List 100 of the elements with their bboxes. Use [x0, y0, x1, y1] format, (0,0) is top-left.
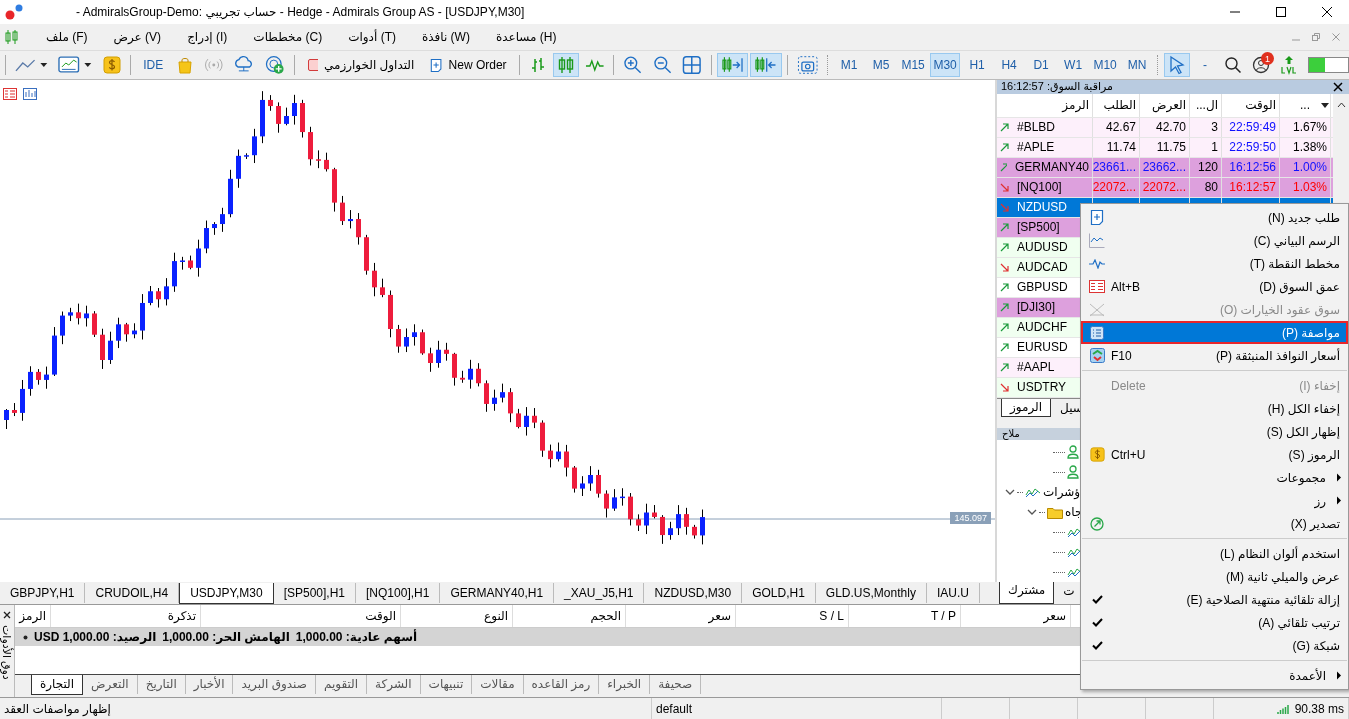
crosshair-button[interactable]: - — [1192, 53, 1219, 77]
account-button[interactable]: 1 — [1248, 53, 1275, 77]
column-header[interactable]: سعر — [961, 605, 1071, 627]
menu-item[interactable]: ملف (F) — [46, 30, 88, 44]
timeframe-button[interactable]: H4 — [994, 53, 1025, 77]
change-cell: 1.67% — [1280, 117, 1331, 137]
toolbox-tab[interactable]: التاريخ — [137, 675, 186, 694]
shortcut-text: Ctrl+U — [1111, 447, 1146, 462]
panel-tab[interactable]: ت — [1054, 582, 1084, 604]
timeframe-button[interactable]: D1 — [1026, 53, 1057, 77]
symbol-row[interactable]: [NQ100] 22072... 22072... 80 16:12:57 1.03% — [997, 177, 1333, 198]
chart-tab[interactable]: NZDUSD,M30 — [644, 583, 743, 603]
context-menu-item[interactable]: تصدير (X) — [1081, 512, 1348, 535]
context-menu-item[interactable]: استخدم ألوان النظام (L) — [1081, 542, 1348, 565]
shortcut-text: F10 — [1111, 348, 1132, 363]
ide-button[interactable]: IDE — [136, 53, 170, 77]
chart-tab[interactable]: USDJPY,M30 — [179, 582, 274, 604]
menu-label: عمق السوق (D) — [1259, 279, 1340, 294]
timeframe-button[interactable]: H1 — [962, 53, 993, 77]
symbol-text: USDTRY — [1017, 380, 1067, 395]
spread-cell: 3 — [1190, 117, 1222, 137]
context-menu-item[interactable]: إظهار الكل (S) — [1081, 420, 1348, 443]
chart-tab[interactable]: GOLD,H1 — [742, 583, 816, 603]
toolbox-tab[interactable]: التعرض — [83, 675, 138, 694]
toolbox-tab[interactable]: التقويم — [315, 675, 368, 694]
spread-cell: 80 — [1190, 177, 1222, 197]
timeframe-button[interactable]: M15 — [898, 53, 929, 77]
chart-tab[interactable]: GERMANY40,H1 — [440, 583, 555, 603]
symbol-text: #BLBD — [1017, 120, 1056, 135]
menu-label: الرموز (S) — [1288, 447, 1340, 462]
column-header[interactable]: الوقت — [1222, 93, 1280, 117]
column-header[interactable]: الطلب — [1093, 93, 1140, 117]
context-menu-item[interactable]: رز — [1081, 489, 1348, 512]
menu-item[interactable]: مساعدة (H) — [495, 30, 557, 44]
column-header[interactable]: الرمز — [997, 93, 1093, 117]
column-header[interactable]: العرض — [1140, 93, 1190, 117]
timeframe-button[interactable]: M1 — [834, 53, 865, 77]
column-header[interactable]: T / P — [849, 605, 961, 627]
context-menu-item[interactable]: الأعمدة — [1081, 664, 1348, 687]
menu-label: إخفاء الكل (H) — [1267, 401, 1340, 416]
timeframe-button[interactable]: M10 — [1090, 53, 1121, 77]
timeframe-button[interactable]: MN — [1122, 53, 1153, 77]
menu-label: ترتيب تلقائي (A) — [1258, 615, 1340, 630]
column-header[interactable]: الرمز — [15, 605, 51, 627]
toolbox-tab[interactable]: التجارة — [31, 675, 84, 695]
algo-trading-button[interactable]: التداول الخوارزمي — [299, 53, 422, 77]
toolbox-tab[interactable]: صحيفة — [650, 675, 702, 694]
bid-cell: 11.74 — [1093, 137, 1140, 157]
toolbox-tab[interactable]: رمز القاعده — [523, 675, 600, 694]
symbol-text: [DJI30] — [1017, 300, 1055, 315]
symbol-text: AUDCAD — [1017, 260, 1068, 275]
column-header[interactable]: تذكرة — [51, 605, 201, 627]
toolbox-tab[interactable]: الخبراء — [599, 675, 651, 694]
context-menu-item[interactable]: الرسم البياني (C) — [1081, 229, 1348, 252]
column-header[interactable]: ...ال — [1190, 93, 1222, 117]
menu-label: مواصفة (P) — [1282, 325, 1340, 340]
timeframe-button[interactable]: M30 — [930, 53, 961, 77]
chart-tab[interactable]: [SP500],H1 — [273, 583, 357, 603]
panel-title: دوق الأدوات — [0, 625, 14, 680]
symbol-text: NZDUSD — [1017, 200, 1067, 215]
toolbox-tab[interactable]: الشركة — [367, 675, 421, 694]
column-header[interactable]: سعر — [626, 605, 736, 627]
chart-tab[interactable]: IAU.U — [926, 583, 980, 603]
symbol-row[interactable]: GERMANY40 23661... 23662... 120 16:12:56 1.00% — [997, 157, 1333, 178]
context-menu-item[interactable]: عرض والميلي ثانية (M) — [1081, 565, 1348, 588]
chart-tab[interactable]: _XAU_J5,H1 — [554, 583, 645, 603]
menu-item[interactable]: عرض (V) — [113, 30, 162, 44]
chart-tab[interactable]: GBPJPY,H1 — [0, 583, 86, 603]
symbol-row[interactable]: #BLBD 42.67 42.70 3 22:59:49 1.67% — [997, 117, 1333, 138]
column-header[interactable]: S / L — [736, 605, 849, 627]
menu-item[interactable]: إدراج (I) — [187, 30, 228, 44]
column-header[interactable]: الوقت — [201, 605, 401, 627]
column-header[interactable]: النوع — [401, 605, 513, 627]
toolbox-tab[interactable]: مقالات — [472, 675, 524, 694]
context-menu-item[interactable]: مخطط النقطة (T) — [1081, 252, 1348, 275]
chart-tab[interactable]: [NQ100],H1 — [356, 583, 441, 603]
timeframe-button[interactable]: W1 — [1058, 53, 1089, 77]
tree-item[interactable]: ؤشرات — [1043, 485, 1081, 499]
context-menu-item[interactable]: إخفاء الكل (H) — [1081, 397, 1348, 420]
symbol-row[interactable]: #APLE 11.74 11.75 1 22:59:50 1.38% — [997, 137, 1333, 158]
toolbox-tab[interactable]: تنبيهات — [420, 675, 473, 694]
symbol-text: #APLE — [1017, 140, 1055, 155]
new-order-button[interactable]: New Order — [423, 53, 514, 77]
menu-item[interactable]: مخططات (C) — [253, 30, 323, 44]
menu-label: تصدير (X) — [1290, 516, 1340, 531]
timeframe-button[interactable]: M5 — [866, 53, 897, 77]
toolbox-tab[interactable]: صندوق البريد — [233, 675, 316, 694]
menu-label: عرض والميلي ثانية (M) — [1226, 569, 1340, 584]
panel-tab[interactable]: مشترك — [999, 582, 1055, 604]
menu-item[interactable]: أدوات (T) — [348, 30, 396, 44]
shortcut-text: Alt+B — [1111, 279, 1140, 294]
context-menu-item[interactable]: مواصفة (P) — [1081, 321, 1348, 344]
context-menu-item[interactable]: طلب جديد (N) — [1081, 206, 1348, 229]
chart-tab[interactable]: GLD.US,Monthly — [815, 583, 927, 603]
toolbox-tab[interactable]: الأخبار — [185, 675, 234, 694]
context-menu-item[interactable]: مجموعات — [1081, 466, 1348, 489]
panel-tab[interactable]: الرموز — [1001, 398, 1052, 417]
menu-item[interactable]: نافذة (W) — [421, 30, 470, 44]
context-menu-item[interactable]: إزالة تلقائية منتهية الصلاحية (E) — [1081, 588, 1348, 611]
column-header[interactable]: الحجم — [513, 605, 626, 627]
